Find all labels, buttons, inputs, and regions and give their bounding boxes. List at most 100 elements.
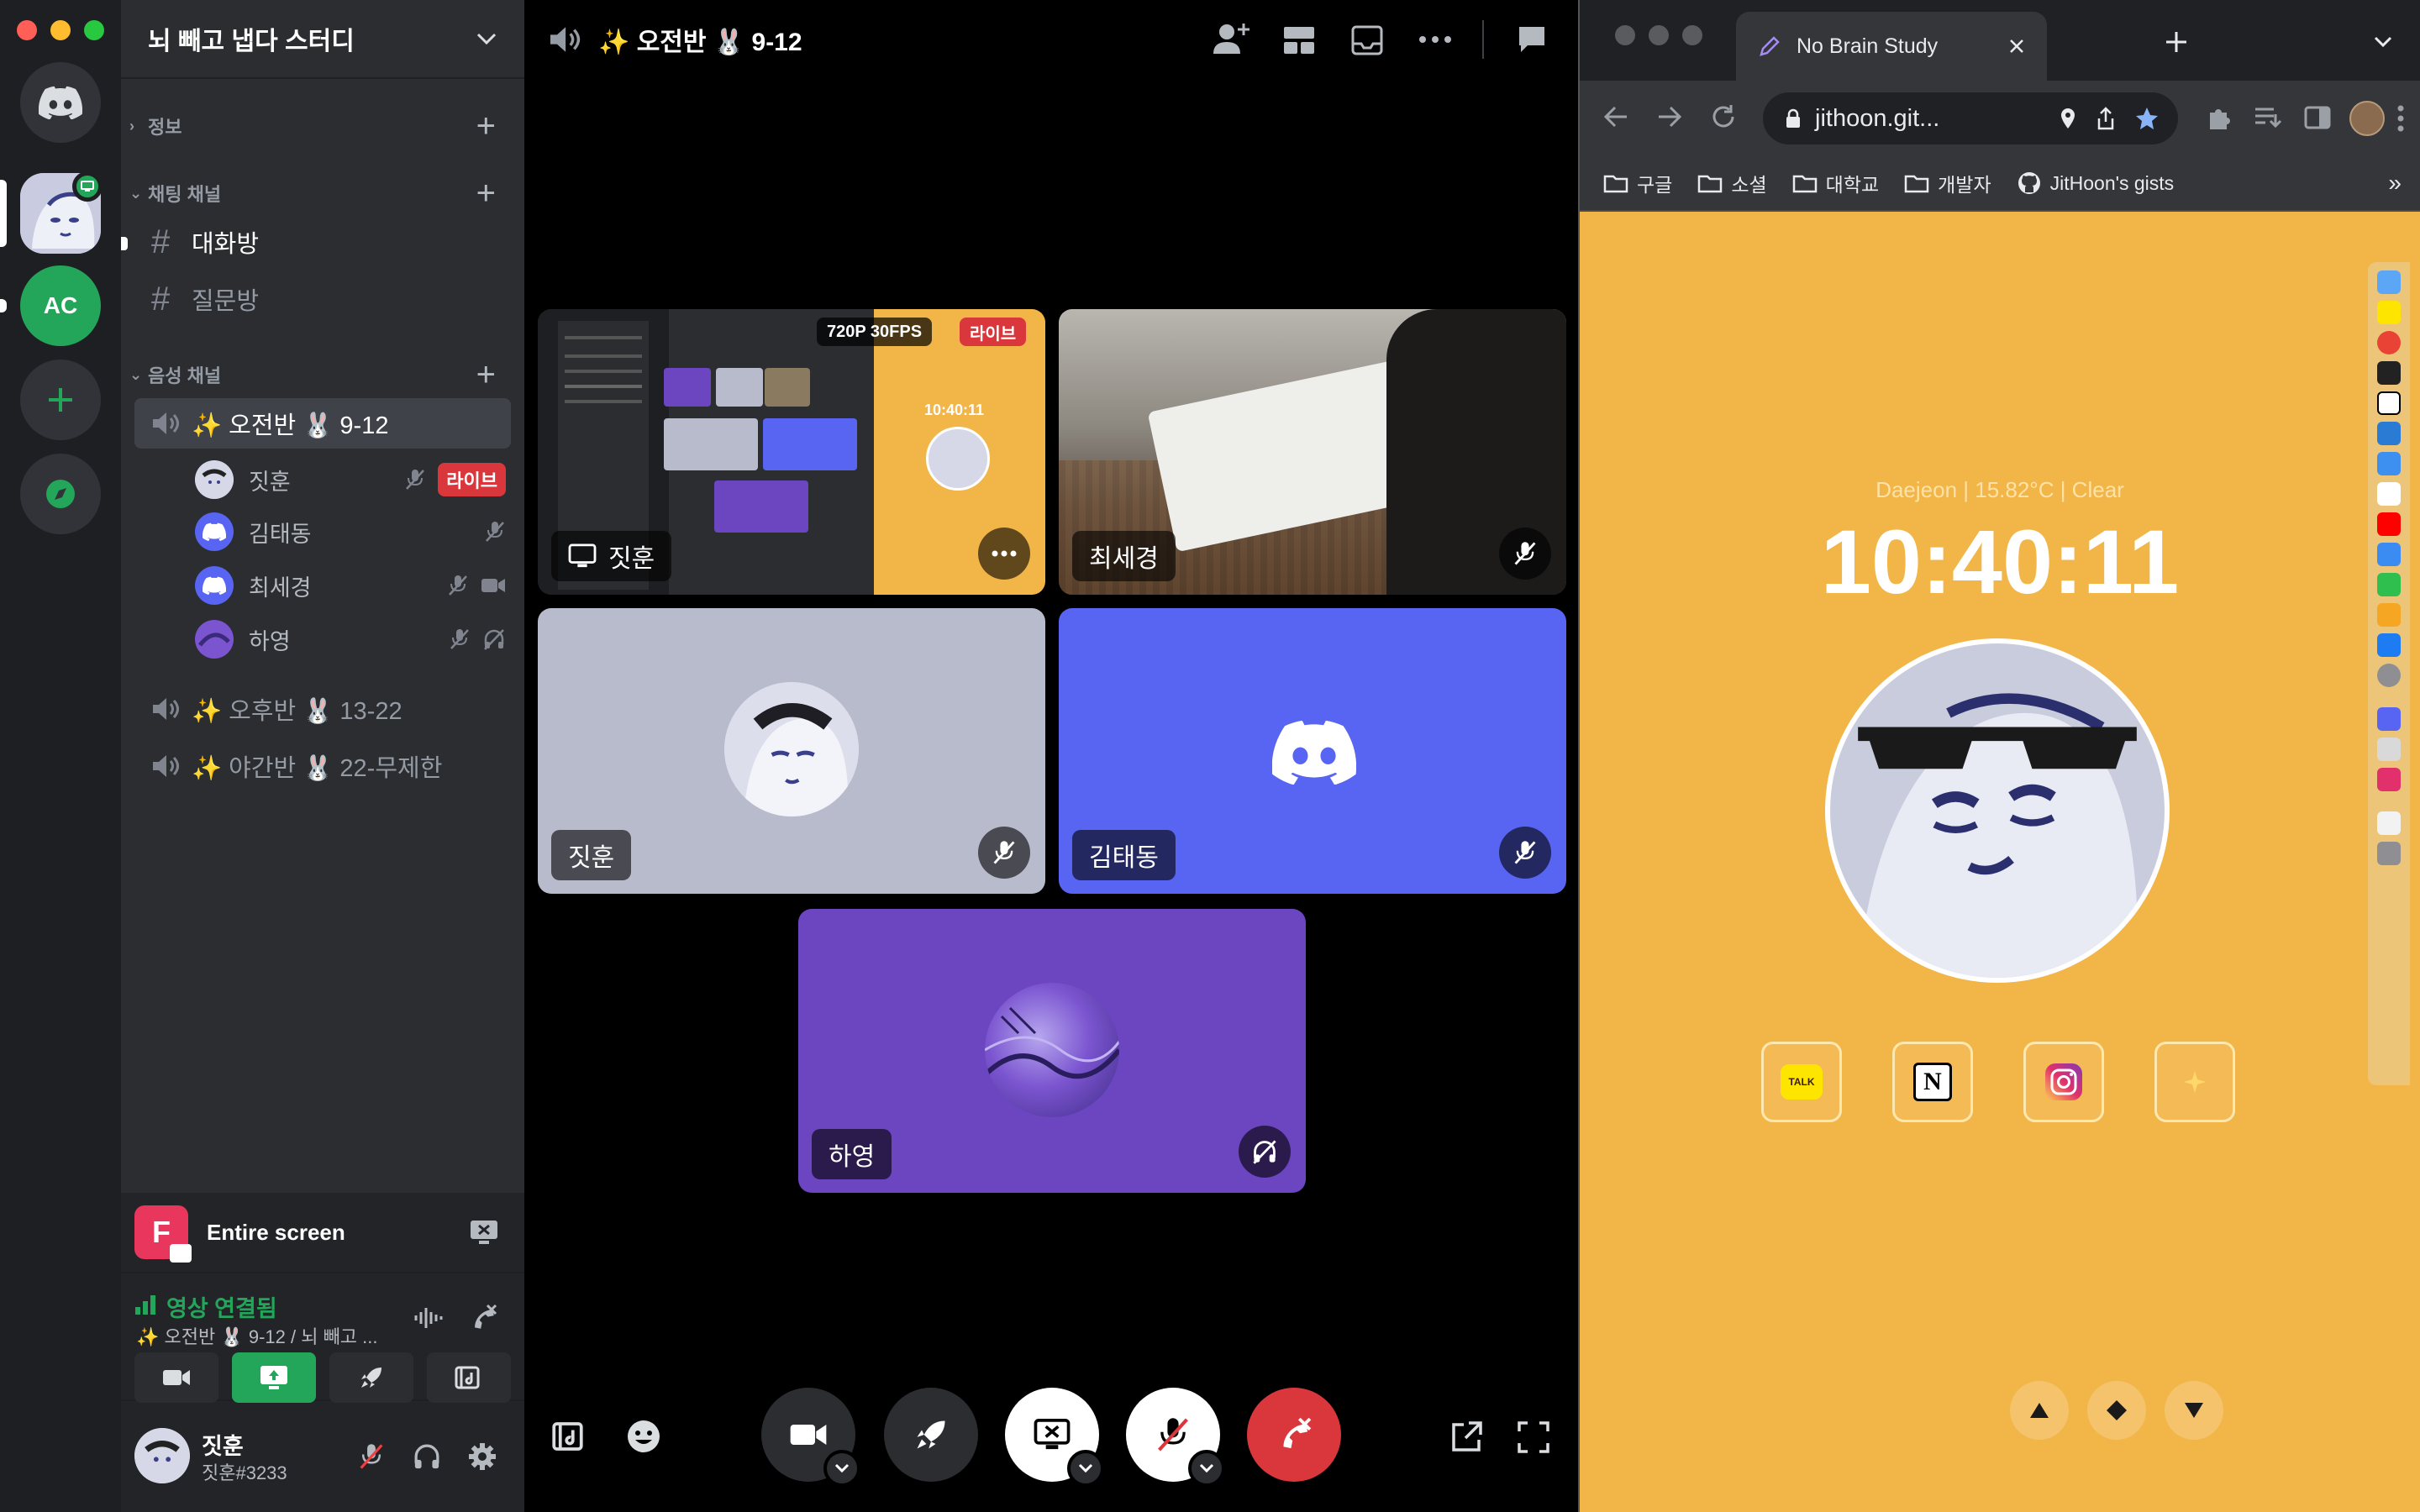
notion-button[interactable]: N: [1892, 1042, 1973, 1122]
nav-down-button[interactable]: [2165, 1381, 2223, 1440]
noise-suppression-icon[interactable]: [413, 1305, 444, 1331]
side-panel-icon[interactable]: [2304, 104, 2331, 131]
tile-more-button[interactable]: [978, 528, 1030, 580]
channel-chat[interactable]: # 대화방: [134, 217, 511, 267]
calendar-icon[interactable]: [2377, 482, 2401, 506]
stop-screen-share-button[interactable]: [1005, 1388, 1104, 1487]
forward-icon[interactable]: [1655, 102, 1684, 131]
bookmark-social[interactable]: 소셜: [1697, 169, 1767, 197]
channel-questions[interactable]: # 질문방: [134, 274, 511, 324]
category-info[interactable]: › 정보 +: [121, 109, 524, 143]
nav-up-button[interactable]: [2010, 1381, 2069, 1440]
bookmark-gists[interactable]: JitHoon's gists: [2017, 171, 2174, 196]
disconnect-button[interactable]: [1247, 1388, 1341, 1482]
minimize-window-button[interactable]: [1649, 25, 1669, 45]
kakaotalk-button[interactable]: TALK: [1761, 1042, 1842, 1122]
tile-screenshare-jithoon[interactable]: 10:40:11 720P 30FPS 라이브 짓훈: [538, 309, 1045, 595]
sparkle-button[interactable]: [2154, 1042, 2235, 1122]
tab-no-brain-study[interactable]: No Brain Study: [1736, 12, 2047, 81]
back-icon[interactable]: [1602, 102, 1630, 131]
category-voice[interactable]: ⌄ 음성 채널 +: [121, 358, 524, 391]
app-store-icon[interactable]: [2377, 633, 2401, 657]
share-icon[interactable]: [2096, 107, 2116, 130]
camera-button[interactable]: [761, 1388, 860, 1487]
terminal-icon[interactable]: [2377, 361, 2401, 385]
popout-icon[interactable]: [1449, 1420, 1484, 1455]
tile-video-choisegyeong[interactable]: 최세경: [1059, 309, 1566, 595]
reading-list-icon[interactable]: [2254, 106, 2282, 129]
explore-servers-button[interactable]: [20, 454, 101, 534]
add-channel-plus-icon[interactable]: +: [476, 176, 496, 210]
fullscreen-icon[interactable]: [1516, 1420, 1551, 1455]
mic-options-button[interactable]: [1188, 1450, 1225, 1487]
grid-layout-icon[interactable]: [1282, 25, 1316, 55]
location-icon[interactable]: [2059, 107, 2077, 130]
close-window-button[interactable]: [17, 20, 37, 40]
mute-button[interactable]: [1126, 1388, 1225, 1487]
soundboard-icon[interactable]: [551, 1420, 588, 1453]
add-channel-plus-icon[interactable]: +: [476, 109, 496, 143]
notion-icon[interactable]: [2377, 391, 2401, 415]
gear-icon[interactable]: [467, 1441, 497, 1472]
soundboard-button[interactable]: [427, 1352, 511, 1403]
tile-avatar-jithoon[interactable]: 짓훈: [538, 608, 1045, 894]
camera-options-button[interactable]: [823, 1450, 860, 1487]
add-channel-plus-icon[interactable]: +: [476, 358, 496, 391]
voice-member-jithoon[interactable]: 짓훈 라이브: [195, 455, 514, 504]
voice-channel-night[interactable]: ✨ 야간반 🐰 22-무제한: [134, 741, 511, 791]
connection-channel[interactable]: ✨ 오전반 🐰 9-12 / 뇌 빼고 ...: [136, 1322, 378, 1349]
reload-icon[interactable]: [1709, 102, 1738, 131]
mail-icon[interactable]: [2377, 543, 2401, 566]
more-bookmarks-icon[interactable]: »: [2388, 170, 2402, 197]
add-server-button[interactable]: [20, 360, 101, 440]
category-text[interactable]: ⌄ 채팅 채널 +: [121, 176, 524, 210]
bookmark-star-icon[interactable]: [2134, 106, 2160, 131]
profile-avatar[interactable]: [2349, 101, 2385, 136]
new-tab-icon[interactable]: [2165, 30, 2188, 54]
youtube-icon[interactable]: [2377, 512, 2401, 536]
camera-toggle-button[interactable]: [134, 1352, 218, 1403]
activity-button[interactable]: [884, 1388, 978, 1482]
kakaotalk-icon[interactable]: [2377, 301, 2401, 324]
nav-center-button[interactable]: [2087, 1381, 2146, 1440]
connection-status[interactable]: 영상 연결됨: [166, 1290, 277, 1323]
bookmark-google[interactable]: 구글: [1603, 169, 1672, 197]
close-window-button[interactable]: [1615, 25, 1635, 45]
inbox-icon[interactable]: [1351, 25, 1383, 55]
zoom-window-button[interactable]: [84, 20, 104, 40]
trash-icon[interactable]: [2377, 842, 2401, 865]
bookmark-university[interactable]: 대학교: [1792, 169, 1879, 197]
zoom-window-button[interactable]: [1682, 25, 1702, 45]
downloads-icon[interactable]: [2377, 811, 2401, 835]
avatar[interactable]: [134, 1428, 190, 1483]
extensions-icon[interactable]: [2205, 104, 2232, 131]
mic-muted-icon[interactable]: [358, 1441, 385, 1472]
discord-icon[interactable]: [2377, 707, 2401, 731]
add-user-icon[interactable]: [1212, 22, 1250, 57]
safari-icon[interactable]: [2377, 452, 2401, 475]
facetime-icon[interactable]: [2377, 573, 2401, 596]
voice-channel-morning[interactable]: ✨ 오전반 🐰 9-12: [134, 398, 511, 449]
bookmark-developer[interactable]: 개발자: [1904, 169, 1991, 197]
vscode-icon[interactable]: [2377, 422, 2401, 445]
menu-icon[interactable]: [2396, 104, 2405, 133]
voice-member-choisegyeong[interactable]: 최세경: [195, 561, 514, 610]
voice-member-kimtaedong[interactable]: 김태동: [195, 507, 514, 556]
finder-icon[interactable]: [2377, 270, 2401, 294]
emoji-icon[interactable]: [625, 1418, 662, 1455]
settings-icon[interactable]: [2377, 664, 2401, 687]
guild-header[interactable]: 뇌 빼고 냅다 스터디: [121, 0, 524, 79]
chat-bubble-icon[interactable]: [1516, 24, 1548, 55]
headphones-icon[interactable]: [412, 1441, 442, 1472]
preview-icon[interactable]: [2377, 738, 2401, 761]
disconnect-icon[interactable]: [467, 1302, 499, 1334]
stop-stream-icon[interactable]: [469, 1219, 499, 1246]
address-bar[interactable]: jithoon.git...: [1763, 92, 2178, 144]
home-button[interactable]: [20, 62, 101, 143]
server-ac[interactable]: AC: [20, 265, 101, 346]
screen-share-button[interactable]: [232, 1352, 316, 1403]
chrome-icon[interactable]: [2377, 331, 2401, 354]
tile-avatar-kimtaedong[interactable]: 김태동: [1059, 608, 1566, 894]
more-options-icon[interactable]: [1418, 35, 1452, 44]
photos-icon[interactable]: [2377, 603, 2401, 627]
